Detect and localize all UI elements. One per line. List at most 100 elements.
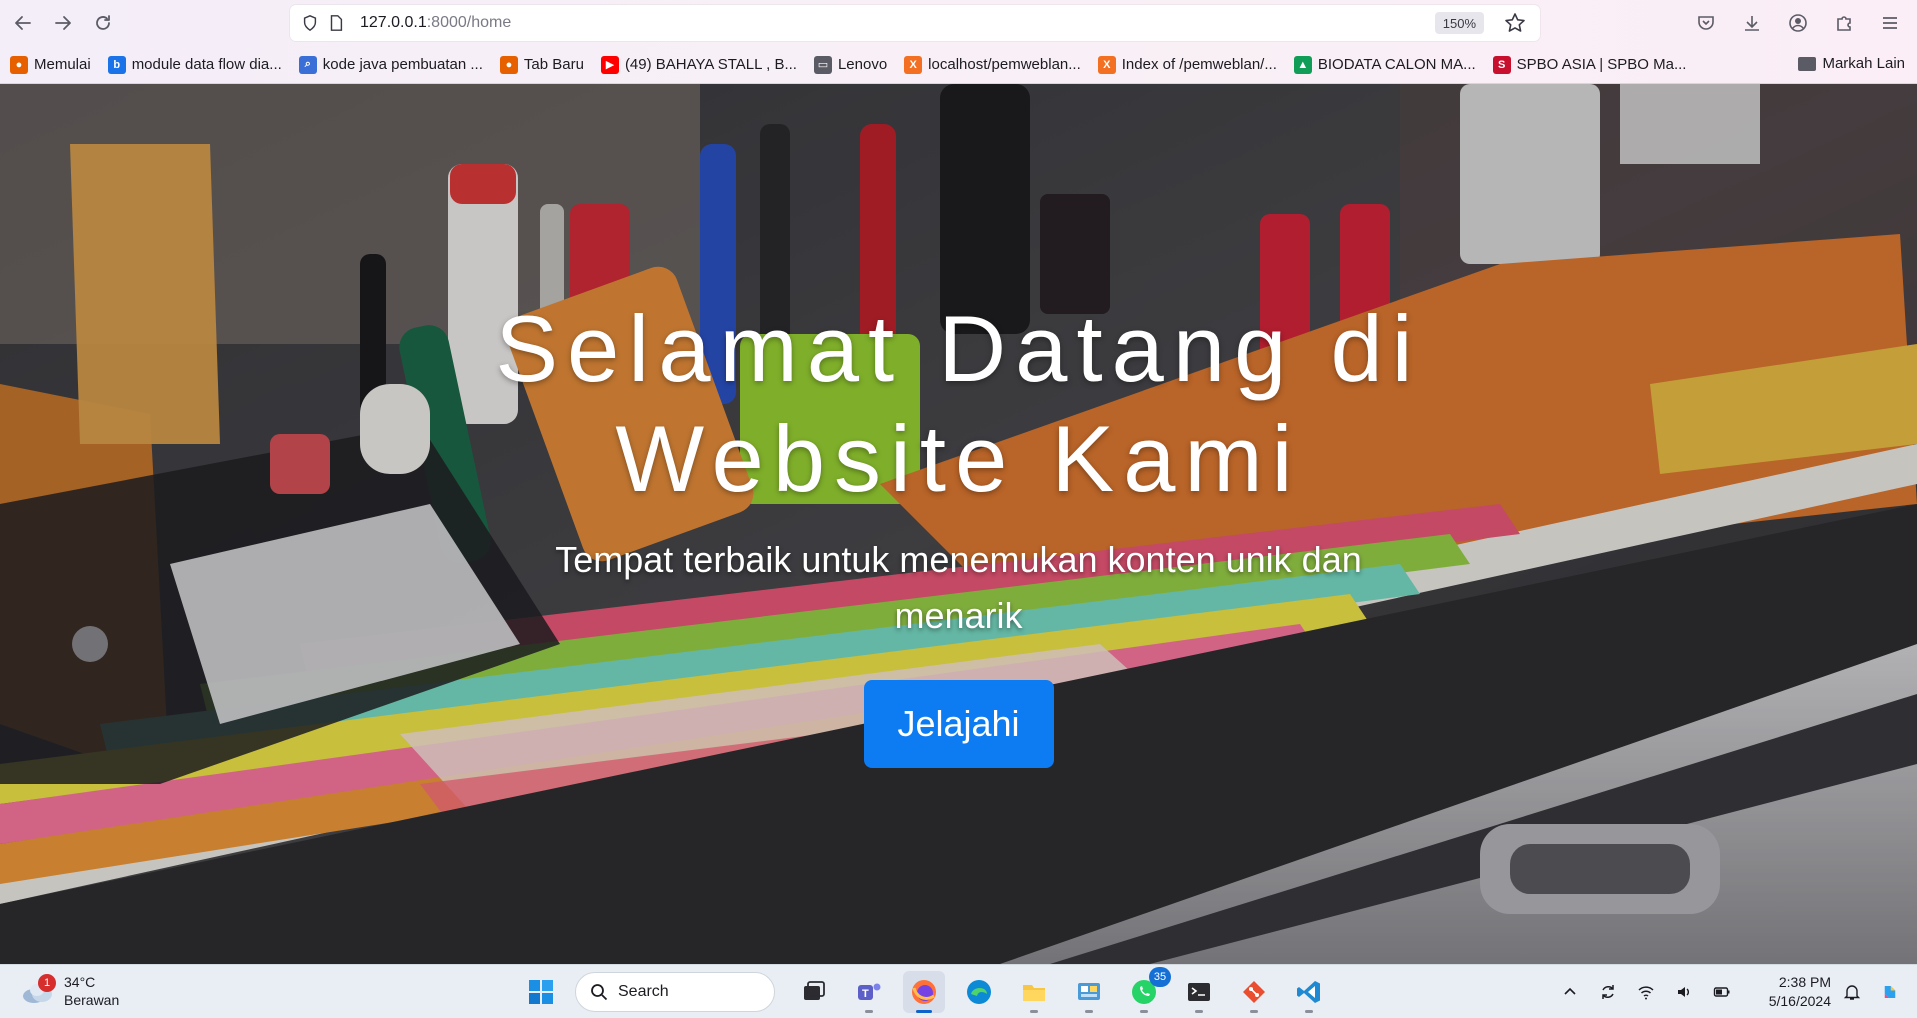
bookmark-item[interactable]: b module data flow dia... xyxy=(107,55,282,74)
url-host: 127.0.0.1 xyxy=(360,14,427,31)
bookmark-label: Index of /pemweblan/... xyxy=(1121,56,1277,73)
bookmark-item[interactable]: ● Memulai xyxy=(10,55,91,74)
firefox-icon xyxy=(912,980,936,1004)
taskbar-search[interactable]: Search xyxy=(575,972,775,1012)
weather-temperature: 34°C xyxy=(64,974,96,990)
taskbar: 1 34°C Berawan Search T 35 2:38 PM 5/16/… xyxy=(0,964,1917,1018)
bookmark-label: Tab Baru xyxy=(523,56,584,73)
address-bar[interactable]: 127.0.0.1:8000/home 150% xyxy=(290,5,1540,41)
notifications-button[interactable] xyxy=(1835,975,1869,1009)
bookmark-label: Lenovo xyxy=(837,56,888,73)
weather-description: Berawan xyxy=(64,992,120,1008)
wifi-button[interactable] xyxy=(1629,975,1663,1009)
other-bookmarks[interactable]: Markah Lain xyxy=(1798,55,1905,72)
control-panel-button[interactable] xyxy=(1068,971,1110,1013)
downloads-button[interactable] xyxy=(1735,6,1769,40)
folder-icon xyxy=(1023,985,1045,1001)
tray-overflow-button[interactable] xyxy=(1553,975,1587,1009)
firefox-icon: ● xyxy=(499,55,518,74)
bookmark-label: Memulai xyxy=(34,56,91,73)
download-icon xyxy=(1745,16,1759,31)
bookmark-item[interactable]: S SPBO ASIA | SPBO Ma... xyxy=(1492,55,1687,74)
clock[interactable]: 2:38 PM 5/16/2024 xyxy=(1749,973,1831,1011)
cloud-icon: 1 xyxy=(20,974,56,1006)
forward-button[interactable] xyxy=(46,6,80,40)
bookmark-item[interactable]: ● Tab Baru xyxy=(499,55,584,74)
search-placeholder: Search xyxy=(618,983,669,1000)
folder-icon: ▭ xyxy=(813,55,832,74)
task-view-button[interactable] xyxy=(793,971,835,1013)
git-button[interactable] xyxy=(1233,971,1275,1013)
shield-icon[interactable] xyxy=(300,13,320,33)
puzzle-icon xyxy=(1837,16,1851,31)
bookmark-label: (49) BAHAYA STALL , B... xyxy=(624,56,797,73)
page-icon[interactable] xyxy=(326,13,346,33)
xampp-icon: X xyxy=(904,55,923,74)
firefox-icon: ● xyxy=(10,55,28,74)
bookmark-label: kode java pembuatan ... xyxy=(322,56,483,73)
bell-icon xyxy=(1843,985,1861,1000)
bookmark-item[interactable]: ▶ (49) BAHAYA STALL , B... xyxy=(600,55,797,74)
copilot-icon xyxy=(1884,986,1896,998)
hero-title: Selamat Datang di Website Kami xyxy=(495,296,1422,511)
reload-button[interactable] xyxy=(86,6,120,40)
extensions-button[interactable] xyxy=(1827,6,1861,40)
battery-icon xyxy=(1713,987,1730,997)
url-text[interactable]: 127.0.0.1:8000/home xyxy=(360,14,511,32)
weather-badge: 1 xyxy=(38,974,56,992)
whatsapp-button[interactable]: 35 xyxy=(1123,967,1171,1013)
vscode-button[interactable] xyxy=(1288,971,1330,1013)
xampp-icon: X xyxy=(1097,55,1116,74)
bookmark-item[interactable]: ▲ BIODATA CALON MA... xyxy=(1293,55,1476,74)
bookmark-item[interactable]: ⌕ kode java pembuatan ... xyxy=(298,55,483,74)
google-drive-icon: ▲ xyxy=(1293,55,1312,74)
bookmark-label: SPBO ASIA | SPBO Ma... xyxy=(1516,56,1687,73)
hamburger-icon xyxy=(1883,17,1897,29)
account-button[interactable] xyxy=(1781,6,1815,40)
file-explorer-button[interactable] xyxy=(1013,971,1055,1013)
copilot-button[interactable] xyxy=(1873,975,1907,1009)
edge-button[interactable] xyxy=(958,971,1000,1013)
bookmark-item[interactable]: X Index of /pemweblan/... xyxy=(1097,55,1277,74)
start-button[interactable] xyxy=(520,971,562,1013)
chevron-up-icon xyxy=(1564,987,1576,995)
terminal-icon xyxy=(1188,983,1210,1001)
menu-button[interactable] xyxy=(1873,6,1907,40)
back-button[interactable] xyxy=(6,6,40,40)
pocket-button[interactable] xyxy=(1689,6,1723,40)
sync-button[interactable] xyxy=(1591,975,1625,1009)
vscode-icon xyxy=(1297,981,1320,1003)
sync-icon xyxy=(1602,985,1614,999)
search-icon: ⌕ xyxy=(298,55,317,74)
teams-button[interactable]: T xyxy=(848,971,890,1013)
windows-icon xyxy=(529,980,553,1004)
control-panel-icon xyxy=(1078,983,1100,1000)
wifi-icon xyxy=(1638,986,1654,1000)
bookmark-item[interactable]: Xlocalhost/pemweblan... xyxy=(904,55,1081,74)
browser-toolbar: 127.0.0.1:8000/home 150% xyxy=(0,0,1917,46)
hero-subtitle: Tempat terbaik untuk menemukan konten un… xyxy=(555,539,1362,636)
system-tray: 2:38 PM 5/16/2024 xyxy=(1549,965,1917,1018)
explore-button[interactable]: Jelajahi xyxy=(863,680,1054,768)
weather-widget[interactable]: 1 34°C Berawan xyxy=(20,973,119,1009)
git-icon xyxy=(1243,981,1265,1003)
whatsapp-badge: 35 xyxy=(1149,967,1171,987)
youtube-icon: ▶ xyxy=(600,55,619,74)
clock-time: 2:38 PM xyxy=(1778,974,1831,990)
spbo-icon: S xyxy=(1492,55,1511,74)
bookmark-label: localhost/pemweblan... xyxy=(928,56,1081,73)
folder-icon xyxy=(1798,56,1817,71)
bookmark-label: BIODATA CALON MA... xyxy=(1317,56,1476,73)
battery-button[interactable] xyxy=(1705,975,1739,1009)
bookmark-item[interactable]: ▭ Lenovo xyxy=(813,55,888,74)
reload-icon xyxy=(96,15,110,30)
terminal-button[interactable] xyxy=(1178,971,1220,1013)
back-arrow-icon xyxy=(15,16,31,30)
search-icon xyxy=(591,984,608,1001)
bookmark-star-icon[interactable] xyxy=(1504,12,1526,34)
pocket-icon xyxy=(1698,16,1714,30)
volume-button[interactable] xyxy=(1667,975,1701,1009)
firefox-taskbar-button[interactable] xyxy=(903,971,945,1013)
page-viewport: Selamat Datang di Website Kami Tempat te… xyxy=(0,84,1917,964)
zoom-indicator[interactable]: 150% xyxy=(1434,12,1484,34)
